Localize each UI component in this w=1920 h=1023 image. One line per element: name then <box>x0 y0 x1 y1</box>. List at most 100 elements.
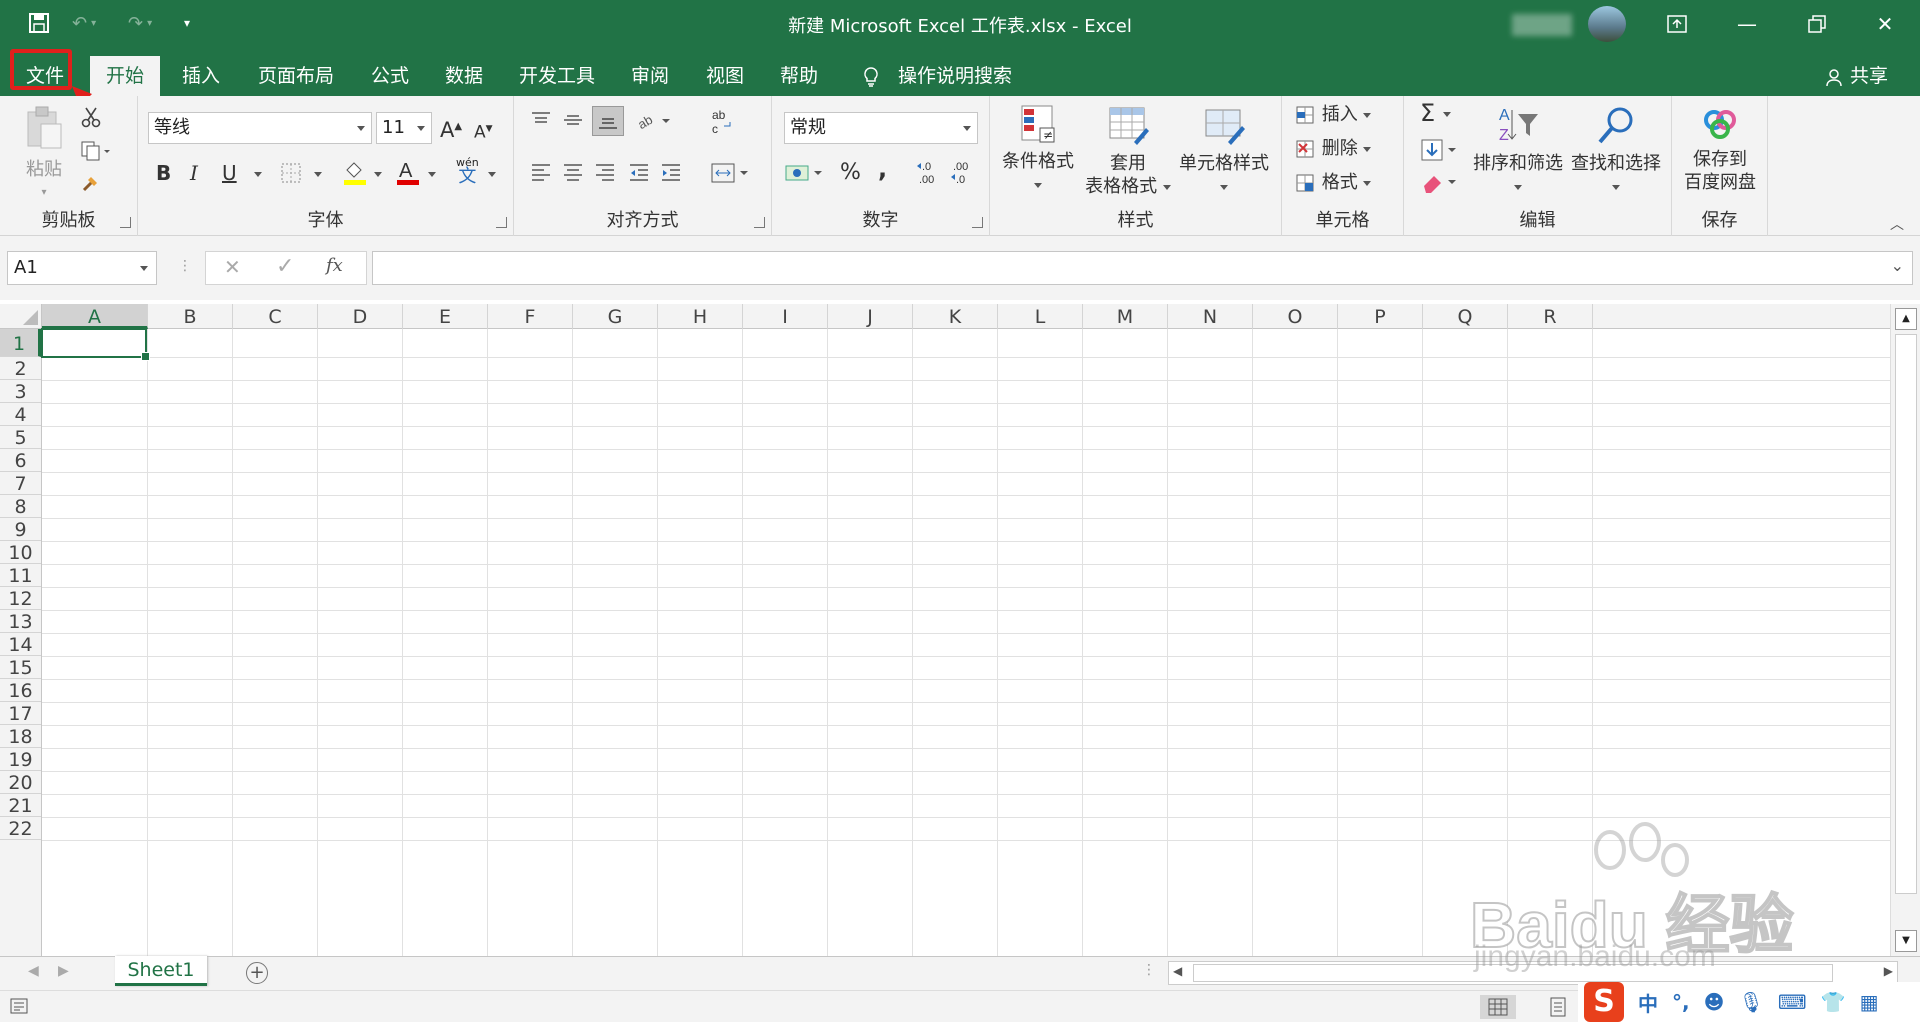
tab-view[interactable]: 视图 <box>690 56 760 96</box>
align-bottom-icon[interactable] <box>592 106 624 136</box>
font-size-combo[interactable]: 11 <box>376 112 432 144</box>
cell-styles-button[interactable]: 单元格样式 <box>1174 104 1274 198</box>
row-header[interactable]: 4 <box>0 403 41 426</box>
ime-emoji-icon[interactable]: ☻ <box>1704 990 1725 1014</box>
collapse-ribbon-icon[interactable]: ︿ <box>1890 214 1904 234</box>
column-header[interactable]: C <box>233 304 318 329</box>
phonetic-dropdown-icon[interactable] <box>488 172 496 177</box>
restore-icon[interactable] <box>1782 0 1852 47</box>
column-header[interactable]: H <box>658 304 743 329</box>
close-icon[interactable]: ✕ <box>1850 0 1920 47</box>
row-header[interactable]: 17 <box>0 702 41 725</box>
prev-sheet-icon[interactable]: ◀ <box>28 963 39 979</box>
format-painter-icon[interactable] <box>80 172 102 198</box>
align-top-icon[interactable] <box>530 110 552 134</box>
number-format-combo[interactable]: 常规 <box>784 112 978 144</box>
column-header[interactable]: B <box>148 304 233 329</box>
tab-page-layout[interactable]: 页面布局 <box>242 56 350 96</box>
find-select-button[interactable]: 查找和选择 <box>1568 104 1664 198</box>
formula-input[interactable]: ⌄ <box>372 251 1913 285</box>
customize-qat-icon[interactable]: ▾ <box>184 10 190 36</box>
orientation-icon[interactable]: ab <box>635 110 672 136</box>
undo-icon[interactable]: ↶ ▾ <box>72 10 96 36</box>
tell-me-search[interactable]: 操作说明搜索 <box>846 56 1028 96</box>
column-header[interactable]: L <box>998 304 1083 329</box>
column-header[interactable]: N <box>1168 304 1253 329</box>
row-header[interactable]: 14 <box>0 633 41 656</box>
column-header[interactable]: P <box>1338 304 1423 329</box>
align-left-icon[interactable] <box>530 162 552 186</box>
ime-skin-icon[interactable]: 👕 <box>1821 990 1846 1014</box>
scroll-up-icon[interactable]: ▲ <box>1895 308 1917 330</box>
row-header[interactable]: 11 <box>0 564 41 587</box>
tab-insert[interactable]: 插入 <box>166 56 236 96</box>
page-layout-view-icon[interactable] <box>1540 995 1576 1019</box>
column-header[interactable]: R <box>1508 304 1593 329</box>
accounting-format-icon[interactable] <box>784 160 824 190</box>
insert-cells-button[interactable]: 插入 <box>1296 102 1372 128</box>
macro-record-icon[interactable] <box>10 998 30 1020</box>
increase-indent-icon[interactable] <box>660 162 682 186</box>
row-header[interactable]: 6 <box>0 449 41 472</box>
column-header[interactable]: G <box>573 304 658 329</box>
ime-keyboard-icon[interactable]: ⌨ <box>1778 990 1807 1014</box>
font-name-combo[interactable]: 等线 <box>148 112 372 144</box>
avatar[interactable] <box>1588 6 1626 42</box>
merge-center-icon[interactable] <box>710 162 750 188</box>
minimize-icon[interactable]: — <box>1712 0 1782 47</box>
row-header[interactable]: 19 <box>0 748 41 771</box>
shrink-font-icon[interactable]: A▼ <box>474 116 493 146</box>
align-middle-icon[interactable] <box>562 110 584 134</box>
border-icon[interactable] <box>280 162 302 188</box>
phonetic-icon[interactable]: wén 文 <box>456 156 479 186</box>
format-as-table-button[interactable]: 套用 表格格式 <box>1084 104 1172 198</box>
tab-formulas[interactable]: 公式 <box>355 56 425 96</box>
wrap-text-icon[interactable]: ab c <box>710 108 734 140</box>
column-header[interactable]: D <box>318 304 403 329</box>
ribbon-display-options-icon[interactable] <box>1642 0 1712 47</box>
row-header[interactable]: 1 <box>0 329 41 357</box>
fill-color-icon[interactable] <box>342 160 368 190</box>
worksheet-grid[interactable]: ABCDEFGHIJKLMNOPQR 1 2 3 4 5 6 7 8 9 10 11 12 13 14 15… <box>0 304 1890 956</box>
cancel-entry-icon[interactable]: ✕ <box>224 255 241 279</box>
italic-button[interactable]: I <box>190 160 198 186</box>
row-header[interactable]: 5 <box>0 426 41 449</box>
scroll-left-icon[interactable]: ◀ <box>1173 964 1182 978</box>
normal-view-icon[interactable] <box>1480 995 1516 1019</box>
column-header[interactable]: I <box>743 304 828 329</box>
row-header[interactable]: 9 <box>0 518 41 541</box>
paste-button[interactable]: 粘贴 ▾ <box>20 104 68 204</box>
conditional-formatting-button[interactable]: ≠ 条件格式 <box>998 104 1078 196</box>
row-header[interactable]: 2 <box>0 357 41 380</box>
next-sheet-icon[interactable]: ▶ <box>58 963 69 979</box>
row-header[interactable]: 3 <box>0 380 41 403</box>
row-header[interactable]: 21 <box>0 794 41 817</box>
column-header[interactable]: Q <box>1423 304 1508 329</box>
tab-developer[interactable]: 开发工具 <box>503 56 611 96</box>
active-cell-a1[interactable] <box>41 328 150 361</box>
cut-icon[interactable] <box>80 106 102 132</box>
number-launcher-icon[interactable] <box>972 217 983 228</box>
hscroll-thumb[interactable] <box>1193 964 1833 982</box>
underline-dropdown-icon[interactable] <box>254 172 262 177</box>
save-icon[interactable] <box>28 10 50 36</box>
border-dropdown-icon[interactable] <box>314 172 322 177</box>
row-header[interactable]: 22 <box>0 817 41 840</box>
share-button[interactable]: 共享 <box>1808 56 1904 96</box>
scroll-right-icon[interactable]: ▶ <box>1884 964 1893 978</box>
row-header[interactable]: 8 <box>0 495 41 518</box>
redo-icon[interactable]: ↷ ▾ <box>128 10 152 36</box>
decrease-decimal-icon[interactable]: .00.0 <box>950 158 976 190</box>
align-right-icon[interactable] <box>594 162 616 186</box>
column-header[interactable]: M <box>1083 304 1168 329</box>
percent-button[interactable]: % <box>840 160 861 186</box>
font-color-dropdown-icon[interactable] <box>428 172 436 177</box>
grow-font-icon[interactable]: A▲ <box>440 114 462 143</box>
autosum-icon[interactable]: Σ <box>1420 100 1451 126</box>
underline-button[interactable]: U <box>222 160 237 186</box>
row-header[interactable]: 20 <box>0 771 41 794</box>
row-header[interactable]: 7 <box>0 472 41 495</box>
alignment-launcher-icon[interactable] <box>754 217 765 228</box>
formula-bar-splitter-icon[interactable]: ⋮ <box>178 258 192 274</box>
column-header[interactable]: E <box>403 304 488 329</box>
